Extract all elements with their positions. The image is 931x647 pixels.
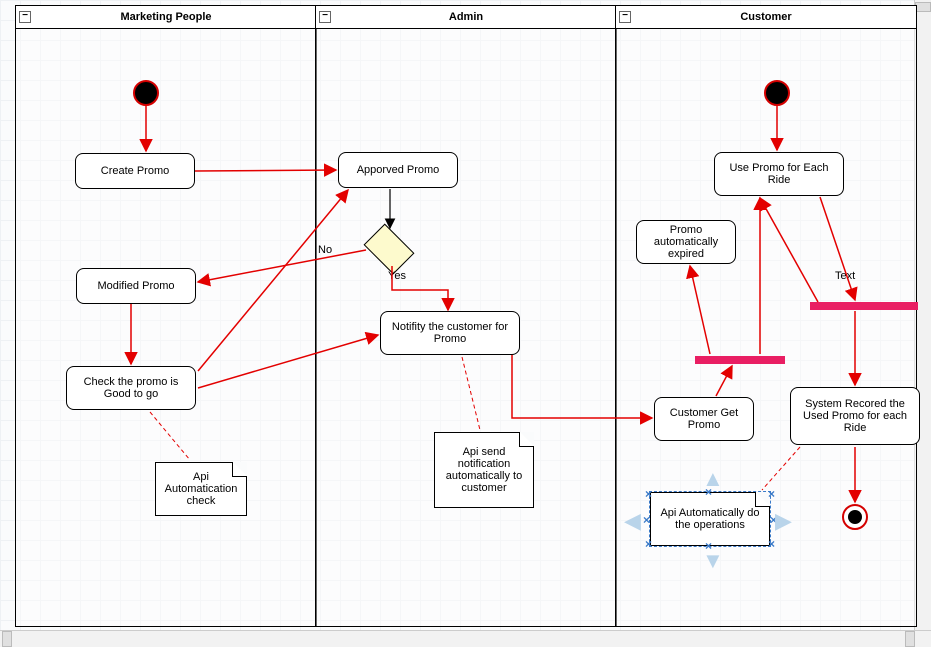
note-api-auto-check[interactable]: Api Automatication check [155, 462, 247, 516]
activity-label: Use Promo for Each Ride [719, 162, 839, 186]
lane-header-admin: − Admin [316, 6, 616, 29]
move-arrow-up[interactable]: ▲ [702, 466, 724, 492]
decision-label-no: No [318, 244, 332, 256]
ruler-left-marker[interactable] [2, 631, 12, 647]
activity-use-promo[interactable]: Use Promo for Each Ride [714, 152, 844, 196]
selection-handle[interactable]: × [768, 537, 775, 551]
activity-system-record[interactable]: System Recored the Used Promo for each R… [790, 387, 920, 445]
activity-label: Apporved Promo [357, 164, 440, 176]
lane-header-customer: − Customer [616, 6, 916, 29]
lane-header-marketing: − Marketing People [16, 6, 316, 29]
activity-customer-get-promo[interactable]: Customer Get Promo [654, 397, 754, 441]
initial-node-customer[interactable] [764, 80, 790, 106]
scrollbar-horizontal[interactable] [0, 630, 931, 647]
activity-notify-customer[interactable]: Notifity the customer for Promo [380, 311, 520, 355]
activity-label: Create Promo [101, 165, 169, 177]
note-api-send-notification[interactable]: Api send notification automatically to c… [434, 432, 534, 508]
note-api-auto-ops[interactable]: Api Automatically do the operations × × … [650, 492, 770, 546]
note-label: Api Automatication check [160, 471, 242, 507]
selection-handle[interactable]: × [645, 487, 652, 501]
activity-label: Notifity the customer for Promo [385, 321, 515, 345]
edge-label-text: Text [835, 270, 855, 282]
activity-modified-promo[interactable]: Modified Promo [76, 268, 196, 304]
activity-promo-expired[interactable]: Promo automatically expired [636, 220, 736, 264]
move-arrow-down[interactable]: ▼ [702, 548, 724, 574]
note-label: Api send notification automatically to c… [439, 446, 529, 494]
selection-handle[interactable]: × [645, 537, 652, 551]
fork-right[interactable] [810, 302, 918, 310]
lane-marketing[interactable]: − Marketing People [15, 5, 317, 627]
note-label: Api Automatically do the operations [655, 507, 765, 531]
activity-label: Modified Promo [97, 280, 174, 292]
final-node[interactable] [842, 504, 868, 530]
lane-title-customer: Customer [740, 11, 791, 23]
activity-approved-promo[interactable]: Apporved Promo [338, 152, 458, 188]
lane-toggle-admin[interactable]: − [319, 11, 331, 23]
activity-label: Check the promo is Good to go [71, 376, 191, 400]
lane-toggle-marketing[interactable]: − [19, 11, 31, 23]
selection-handle[interactable]: × [643, 513, 650, 527]
ruler-top-marker[interactable] [915, 2, 931, 12]
activity-check-promo[interactable]: Check the promo is Good to go [66, 366, 196, 410]
lane-title-marketing: Marketing People [120, 11, 211, 23]
move-arrow-right[interactable]: ▶ [775, 508, 792, 534]
activity-label: Promo automatically expired [641, 224, 731, 260]
fork-left[interactable] [695, 356, 785, 364]
selection-handle[interactable]: × [768, 487, 775, 501]
initial-node-marketing[interactable] [133, 80, 159, 106]
note-corner-icon [519, 432, 534, 447]
activity-label: Customer Get Promo [659, 407, 749, 431]
note-corner-icon [232, 462, 247, 477]
ruler-right-marker[interactable] [905, 631, 915, 647]
activity-label: System Recored the Used Promo for each R… [795, 398, 915, 434]
decision-label-yes: Yes [388, 270, 406, 282]
move-arrow-left[interactable]: ◀ [624, 508, 641, 534]
lane-toggle-customer[interactable]: − [619, 11, 631, 23]
activity-create-promo[interactable]: Create Promo [75, 153, 195, 189]
lane-title-admin: Admin [449, 11, 483, 23]
